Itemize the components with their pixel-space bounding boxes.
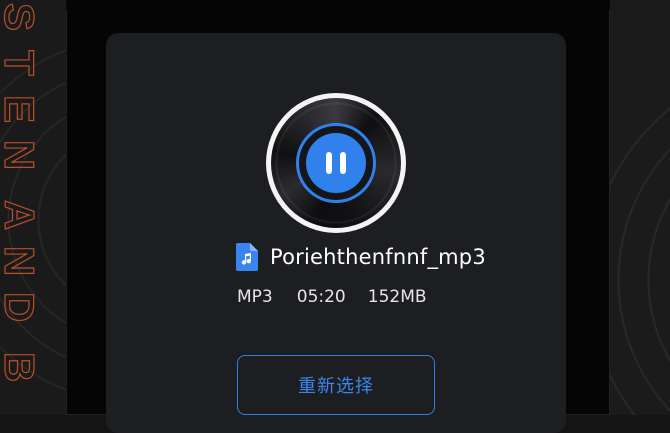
file-meta: MP3 05:20 152MB <box>237 287 427 307</box>
decor-letter: S <box>0 2 44 31</box>
decor-letter: N <box>0 245 44 277</box>
background-decor-left: S T E N A N D B <box>0 0 66 415</box>
phone-screen: Poriehthenfnnf_mp3 MP3 05:20 152MB 重新选择 <box>66 0 610 433</box>
file-format: MP3 <box>237 287 273 307</box>
file-size: 152MB <box>367 287 427 307</box>
decor-letter: T <box>0 50 44 77</box>
status-bar-edge <box>66 0 610 10</box>
file-duration: 05:20 <box>296 287 346 307</box>
pause-button[interactable] <box>306 133 366 193</box>
music-file-icon <box>236 243 258 271</box>
pause-icon <box>340 152 346 174</box>
pause-icon <box>326 152 332 174</box>
file-name: Poriehthenfnnf_mp3 <box>270 245 486 269</box>
reselect-button[interactable]: 重新选择 <box>237 355 435 415</box>
file-title-row: Poriehthenfnnf_mp3 <box>236 243 486 271</box>
decor-letter: D <box>0 291 44 323</box>
vinyl-disc <box>266 93 406 233</box>
decor-letter: N <box>0 139 44 171</box>
background-decor-right <box>610 0 670 415</box>
background-lettering: S T E N A N D B <box>0 0 46 390</box>
audio-player-card: Poriehthenfnnf_mp3 MP3 05:20 152MB 重新选择 <box>106 33 566 433</box>
decor-letter: A <box>0 199 44 231</box>
decor-letter: E <box>0 94 44 123</box>
decor-letter: B <box>0 351 44 383</box>
